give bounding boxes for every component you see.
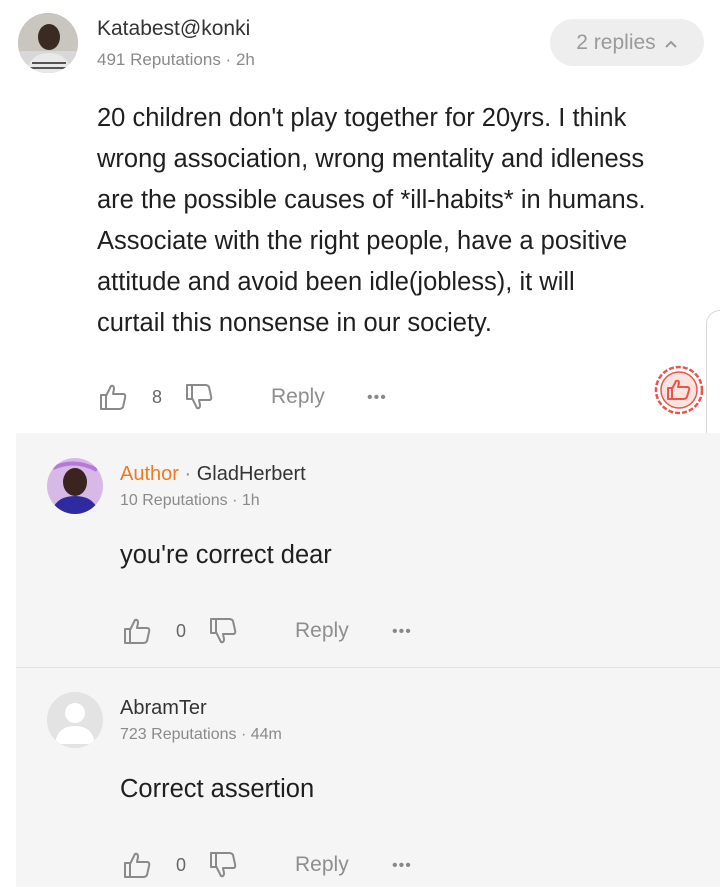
avatar[interactable] — [18, 13, 78, 73]
comment-username[interactable]: Katabest@konki — [97, 17, 250, 41]
reputation-count: 491 Reputations — [97, 50, 221, 69]
thumbs-down-icon[interactable] — [208, 850, 238, 880]
more-options-button[interactable]: ••• — [392, 623, 412, 641]
timestamp: 2h — [235, 50, 255, 69]
reply-button[interactable]: Reply — [271, 385, 325, 409]
thumbs-up-icon[interactable] — [122, 850, 152, 880]
timestamp: 1h — [241, 492, 260, 509]
avatar[interactable] — [47, 458, 103, 514]
chevron-up-icon — [664, 31, 678, 55]
reply-button[interactable]: Reply — [295, 619, 349, 643]
replies-count: 2 replies — [576, 30, 656, 54]
reply-text: Correct assertion — [120, 775, 315, 803]
reputation-count: 10 Reputations — [120, 492, 228, 509]
reply-username[interactable]: GladHerbert — [197, 463, 306, 485]
reply-meta: 10 Reputations · 1h — [120, 492, 260, 509]
divider — [16, 667, 720, 668]
reply-button[interactable]: Reply — [295, 853, 349, 877]
more-options-button[interactable]: ••• — [367, 389, 387, 407]
author-badge: Author — [120, 463, 179, 485]
thumbs-up-icon[interactable] — [98, 382, 128, 412]
replies-toggle-button[interactable]: 2 replies — [550, 19, 704, 66]
like-count: 0 — [176, 855, 187, 875]
thumbs-up-icon[interactable] — [122, 616, 152, 646]
reply-text: you're correct dear — [120, 541, 332, 569]
avatar[interactable] — [47, 692, 103, 748]
thumbs-up-badge-icon[interactable] — [653, 364, 705, 416]
more-options-button[interactable]: ••• — [392, 857, 412, 875]
reply-username[interactable]: AbramTer — [120, 697, 207, 720]
thumbs-down-icon[interactable] — [208, 616, 238, 646]
reputation-count: 723 Reputations — [120, 726, 237, 743]
comment-meta: 491 Reputations · 2h — [97, 50, 255, 69]
comment-text: 20 children don't play together for 20yr… — [97, 104, 646, 337]
thumbs-down-icon[interactable] — [184, 382, 214, 412]
timestamp: 44m — [250, 726, 282, 743]
like-count: 0 — [176, 621, 187, 641]
reply-meta: 723 Reputations · 44m — [120, 726, 282, 743]
reply-header: Author · GladHerbert — [120, 463, 306, 485]
like-count: 8 — [152, 387, 163, 407]
